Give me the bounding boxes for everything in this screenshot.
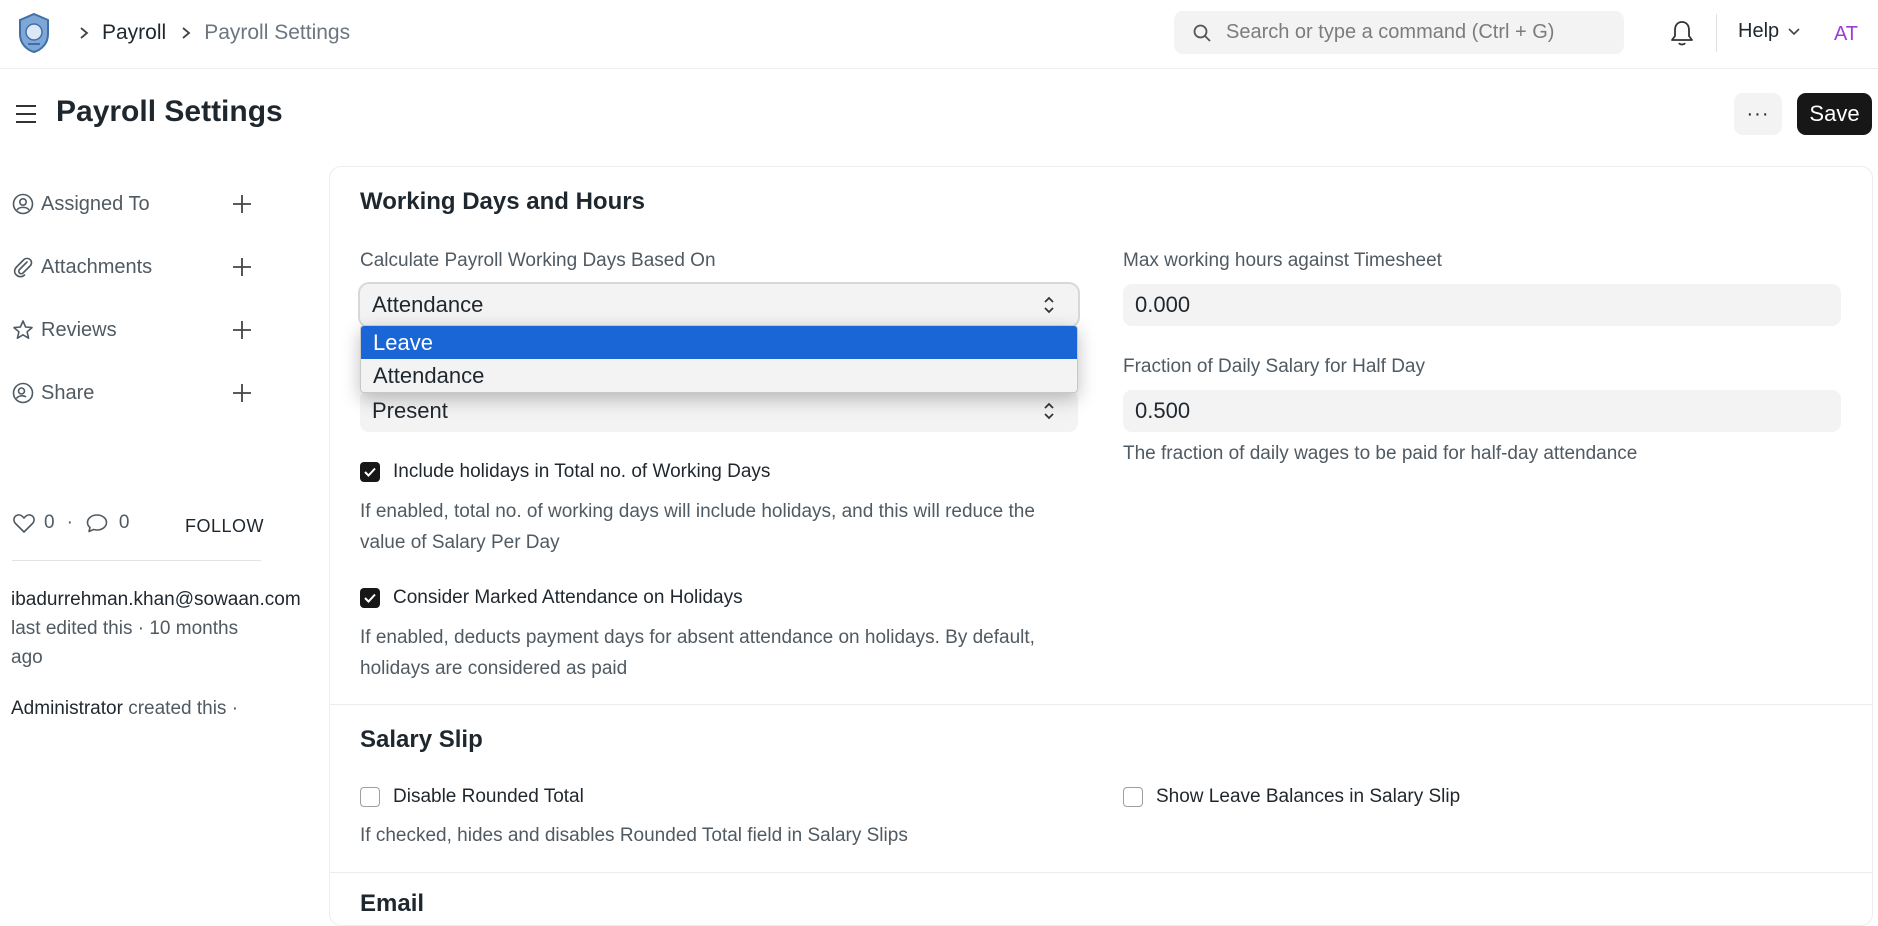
marked-attendance-label: Consider Marked Attendance on Holidays	[393, 587, 743, 608]
app-logo-icon[interactable]	[14, 12, 54, 54]
select-updown-icon	[1044, 402, 1054, 420]
sidebar-toggle-icon[interactable]	[14, 102, 38, 126]
disable-rounded-checkbox-row[interactable]: Disable Rounded Total	[360, 786, 584, 808]
activity-item: ibadurrehman.khan@sowaan.com last edited…	[11, 585, 341, 672]
disable-rounded-help: If checked, hides and disables Rounded T…	[360, 825, 908, 846]
marked-attendance-checkbox-row[interactable]: Consider Marked Attendance on Holidays	[360, 587, 743, 609]
search-bar[interactable]	[1174, 11, 1624, 54]
comment-icon[interactable]	[85, 512, 109, 534]
search-icon	[1193, 24, 1211, 42]
section-title-email: Email	[360, 890, 425, 917]
more-actions-button[interactable]: ···	[1734, 93, 1782, 135]
breadcrumb-payroll[interactable]: Payroll	[102, 21, 166, 45]
dropdown-option-attendance[interactable]: Attendance	[361, 359, 1077, 392]
navbar-divider	[1716, 14, 1717, 52]
likes-count: 0	[44, 512, 55, 533]
sidebar-divider	[12, 560, 261, 561]
section-title-working-days: Working Days and Hours	[360, 188, 645, 215]
sidebar-item-share[interactable]: Share	[12, 377, 262, 409]
include-holidays-help: If enabled, total no. of working days wi…	[360, 501, 1035, 553]
activity-user[interactable]: Administrator	[11, 698, 123, 719]
plus-icon[interactable]	[230, 255, 254, 279]
section-divider	[329, 872, 1873, 873]
check-icon	[364, 593, 376, 603]
disable-rounded-checkbox[interactable]	[360, 787, 380, 807]
select-value: Attendance	[372, 292, 484, 317]
show-leave-balances-label: Show Leave Balances in Salary Slip	[1156, 786, 1461, 807]
sidebar-item-label: Share	[41, 381, 95, 404]
show-leave-balances-checkbox-row[interactable]: Show Leave Balances in Salary Slip	[1123, 786, 1460, 808]
sidebar-item-reviews[interactable]: Reviews	[12, 314, 262, 346]
select-value: Present	[372, 398, 448, 423]
help-menu[interactable]: Help	[1738, 20, 1801, 43]
plus-icon[interactable]	[230, 318, 254, 342]
sidebar-item-assigned-to[interactable]: Assigned To	[12, 188, 262, 220]
include-holidays-label: Include holidays in Total no. of Working…	[393, 461, 771, 482]
user-avatar[interactable]: AT	[1828, 16, 1864, 52]
sidebar-item-attachments[interactable]: Attachments	[12, 251, 262, 283]
sidebar-item-label: Attachments	[41, 255, 153, 278]
user-share-icon	[12, 382, 34, 404]
page-title: Payroll Settings	[56, 95, 283, 128]
check-icon	[364, 467, 376, 477]
paperclip-icon	[13, 257, 33, 278]
chevron-right-icon	[78, 26, 90, 40]
chevron-right-icon	[180, 26, 192, 40]
sidebar-item-label: Reviews	[41, 318, 117, 341]
marked-attendance-checkbox[interactable]	[360, 588, 380, 608]
plus-icon[interactable]	[230, 381, 254, 405]
include-holidays-checkbox[interactable]	[360, 462, 380, 482]
select-updown-icon	[1044, 296, 1054, 314]
disable-rounded-label: Disable Rounded Total	[393, 786, 584, 807]
calc-working-days-dropdown: Leave Attendance	[360, 325, 1078, 393]
activity-user[interactable]: ibadurrehman.khan@sowaan.com	[11, 589, 301, 610]
heart-icon[interactable]	[12, 512, 36, 534]
star-icon	[13, 320, 33, 339]
section-title-salary-slip: Salary Slip	[360, 726, 483, 753]
max-hours-label: Max working hours against Timesheet	[1123, 250, 1442, 271]
chevron-down-icon	[1788, 27, 1800, 35]
notification-bell-icon[interactable]	[1669, 19, 1695, 47]
max-hours-input[interactable]: 0.000	[1123, 284, 1841, 326]
save-button[interactable]: Save	[1797, 93, 1872, 135]
navbar: Payroll Payroll Settings Help AT	[0, 0, 1878, 69]
half-day-fraction-input[interactable]: 0.500	[1123, 390, 1841, 432]
dropdown-option-leave[interactable]: Leave	[361, 326, 1077, 359]
search-input[interactable]	[1226, 21, 1606, 44]
half-day-fraction-help: The fraction of daily wages to be paid f…	[1123, 443, 1638, 464]
calc-working-days-select[interactable]: Attendance	[360, 284, 1078, 326]
user-circle-icon	[12, 193, 34, 215]
sidebar-item-label: Assigned To	[41, 192, 150, 215]
include-holidays-checkbox-row[interactable]: Include holidays in Total no. of Working…	[360, 461, 770, 483]
activity-text: created this ·	[128, 698, 239, 719]
breadcrumb: Payroll Payroll Settings	[74, 0, 350, 66]
attendance-status-select[interactable]: Present	[360, 390, 1078, 432]
half-day-fraction-label: Fraction of Daily Salary for Half Day	[1123, 356, 1425, 377]
section-divider	[329, 704, 1873, 705]
calc-working-days-label: Calculate Payroll Working Days Based On	[360, 250, 716, 271]
comments-count: 0	[118, 512, 130, 533]
marked-attendance-help: If enabled, deducts payment days for abs…	[360, 627, 1035, 679]
activity-text: last edited this · 10 months ago	[11, 618, 239, 668]
follow-button[interactable]: FOLLOW	[185, 516, 264, 537]
help-label: Help	[1738, 20, 1780, 42]
plus-icon[interactable]	[230, 192, 254, 216]
social-stats: 0 · 0	[12, 512, 129, 534]
show-leave-balances-checkbox[interactable]	[1123, 787, 1143, 807]
activity-item: Administrator created this ·	[11, 694, 238, 723]
breadcrumb-payroll-settings[interactable]: Payroll Settings	[204, 21, 350, 45]
separator-dot: ·	[66, 512, 73, 533]
